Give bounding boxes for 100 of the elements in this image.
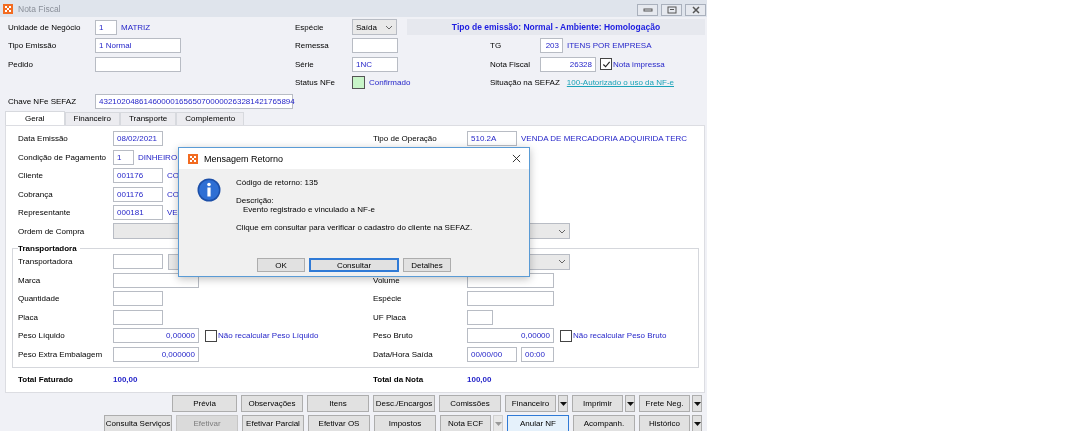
action-button[interactable]: Histórico bbox=[639, 415, 690, 431]
checkbox[interactable]: Não recalcular Peso Líquido bbox=[205, 329, 319, 342]
description-label: Descrição: bbox=[236, 195, 275, 205]
caret-icon bbox=[693, 421, 701, 426]
total-value: 100,00 bbox=[113, 375, 138, 385]
text-field[interactable]: 1NC bbox=[352, 56, 398, 72]
checkbox[interactable]: Nota impressa bbox=[600, 58, 665, 71]
number-field[interactable]: 0,000000 bbox=[113, 346, 199, 362]
field-label: Situação na SEFAZ bbox=[490, 78, 560, 88]
dropdown-arrow-button[interactable] bbox=[625, 395, 635, 412]
text-field[interactable]: 43210204861460000165650700000263281421765894 bbox=[95, 93, 293, 109]
field-label: Peso Bruto bbox=[373, 330, 414, 343]
info-icon bbox=[197, 178, 221, 202]
field-label: Espécie bbox=[373, 293, 403, 306]
date-field[interactable]: 00/00/00 bbox=[467, 346, 517, 362]
field-label: Ordem de Compra bbox=[18, 225, 86, 238]
field-label: Condição de Pagamento bbox=[18, 151, 108, 164]
action-button[interactable]: Imprimir bbox=[572, 395, 623, 412]
field-label: Série bbox=[295, 58, 315, 71]
environment-banner: Tipo de emissão: Normal - Ambiente: Homologação bbox=[407, 19, 705, 36]
code-field[interactable]: 510.2A bbox=[467, 131, 517, 147]
field-label: Peso Líquido bbox=[18, 330, 66, 343]
action-button[interactable]: Prévia bbox=[172, 395, 237, 412]
field-label: Tipo Emissão bbox=[8, 40, 58, 53]
field-label: Unidade de Negócio bbox=[8, 21, 82, 34]
action-button[interactable]: Anular NF bbox=[507, 415, 569, 431]
restore-button[interactable] bbox=[661, 3, 682, 16]
close-icon[interactable] bbox=[512, 154, 521, 163]
text-field[interactable] bbox=[352, 38, 398, 54]
field-label: Nota Fiscal bbox=[490, 58, 531, 71]
caret-icon bbox=[693, 401, 701, 406]
code-field[interactable]: 1 bbox=[113, 149, 134, 165]
field-label: Placa bbox=[18, 311, 39, 324]
dialog-button[interactable]: Detalhes bbox=[403, 258, 451, 272]
caret-icon bbox=[559, 401, 567, 406]
dropdown-arrow-button[interactable] bbox=[692, 395, 702, 412]
number-field[interactable]: 0,00000 bbox=[467, 328, 554, 344]
action-button[interactable]: Itens bbox=[307, 395, 369, 412]
caret-icon bbox=[626, 401, 634, 406]
text-field[interactable]: 26328 bbox=[540, 56, 596, 72]
text-field[interactable] bbox=[467, 309, 493, 325]
code-field[interactable]: 001176 bbox=[113, 186, 163, 202]
dialog-button[interactable]: OK bbox=[257, 258, 305, 272]
action-button[interactable]: Impostos bbox=[374, 415, 436, 431]
field-label: Remessa bbox=[295, 40, 330, 53]
action-button[interactable]: Comissões bbox=[439, 395, 501, 412]
field-label: Chave NFe SEFAZ bbox=[8, 95, 78, 108]
text-field[interactable] bbox=[467, 291, 554, 307]
time-field[interactable]: 00:00 bbox=[521, 346, 554, 362]
tab[interactable]: Geral bbox=[5, 110, 65, 125]
close-button[interactable] bbox=[685, 3, 706, 16]
minimize-button[interactable] bbox=[637, 3, 658, 16]
action-button[interactable]: Frete Neg. bbox=[639, 395, 690, 412]
checkbox[interactable]: Não recalcular Peso Bruto bbox=[560, 329, 667, 342]
field-value: Confirmado bbox=[369, 78, 411, 88]
app-icon bbox=[3, 3, 13, 14]
text-field[interactable]: 1 Normal bbox=[95, 38, 181, 54]
code-field[interactable]: 1 bbox=[95, 19, 117, 35]
date-field[interactable]: 08/02/2021 bbox=[113, 131, 163, 147]
dropdown[interactable]: Saída bbox=[352, 19, 397, 36]
field-label: Cobrança bbox=[18, 188, 54, 201]
text-field[interactable] bbox=[113, 272, 199, 288]
dropdown-arrow-button[interactable] bbox=[692, 415, 702, 431]
action-button[interactable]: Efetivar Parcial bbox=[242, 415, 304, 431]
chevron-down-icon bbox=[385, 24, 393, 30]
number-field[interactable]: 0,00000 bbox=[113, 328, 199, 344]
action-button[interactable]: Acompanh. bbox=[573, 415, 635, 431]
text-field[interactable] bbox=[95, 56, 181, 72]
window-title: Nota Fiscal bbox=[18, 3, 61, 14]
tab[interactable]: Transporte bbox=[119, 111, 177, 125]
action-button[interactable]: Desc./Encargos bbox=[373, 395, 435, 412]
dialog-message: Clique em consultar para verificar o cadastro do cliente na SEFAZ. bbox=[236, 222, 473, 232]
code-field[interactable] bbox=[113, 254, 163, 270]
action-button[interactable]: Efetivar OS bbox=[308, 415, 370, 431]
action-button[interactable]: Observações bbox=[241, 395, 303, 412]
code-field[interactable]: 000181 bbox=[113, 205, 163, 221]
dropdown-arrow-button[interactable] bbox=[558, 395, 568, 412]
field-label: UF Placa bbox=[373, 311, 407, 324]
text-field[interactable] bbox=[113, 309, 163, 325]
field-value: VE bbox=[167, 208, 178, 218]
tab[interactable]: Complemento bbox=[176, 111, 245, 125]
field-label: Marca bbox=[18, 274, 42, 287]
code-field[interactable]: 001176 bbox=[113, 168, 163, 184]
app-icon bbox=[188, 153, 198, 164]
field-label: Espécie bbox=[295, 21, 325, 34]
action-button[interactable]: Financeiro bbox=[505, 395, 556, 412]
action-button[interactable]: Consulta Serviços bbox=[104, 415, 172, 431]
check-icon bbox=[601, 59, 611, 69]
code-field[interactable]: 203 bbox=[540, 38, 563, 54]
field-value: CO bbox=[167, 189, 179, 199]
status-swatch bbox=[352, 76, 365, 90]
field-label: Cliente bbox=[18, 170, 44, 183]
dialog-button[interactable]: Consultar bbox=[309, 258, 399, 272]
field-label: Pedido bbox=[8, 58, 34, 71]
field-label: Transportadora bbox=[18, 256, 74, 269]
action-button[interactable]: Nota ECF bbox=[440, 415, 491, 431]
tab[interactable]: Financeiro bbox=[64, 111, 120, 125]
dialog-title: Mensagem Retorno bbox=[204, 153, 284, 164]
field-value: VENDA DE MERCADORIA ADQUIRIDA TERC bbox=[521, 134, 688, 144]
text-field[interactable] bbox=[113, 291, 163, 307]
